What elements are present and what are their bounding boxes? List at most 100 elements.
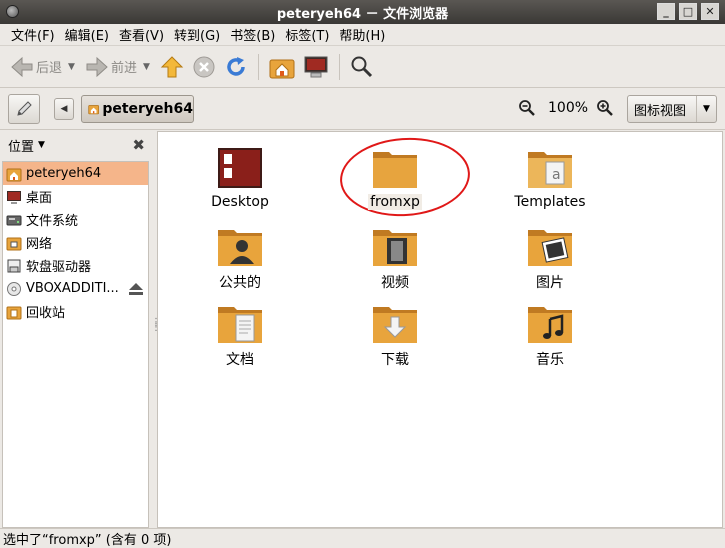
public-folder-icon (218, 230, 262, 266)
close-button[interactable]: ✕ (701, 3, 719, 20)
back-arrow-icon (11, 56, 33, 77)
file-item-label: 文档 (226, 352, 254, 368)
zoom-out-button[interactable] (518, 99, 536, 121)
downloads-folder-icon (373, 307, 417, 343)
back-button[interactable]: 后退 (6, 51, 66, 83)
search-icon (351, 56, 372, 77)
zoom-in-button[interactable] (596, 99, 614, 121)
stop-button[interactable] (188, 51, 220, 83)
desktop-folder-icon (218, 148, 262, 188)
file-item-label: fromxp (368, 194, 422, 210)
zoom-level[interactable]: 100% (548, 100, 588, 116)
sidebar-item-label: VBOXADDITI... (26, 281, 119, 296)
file-item-pictures[interactable]: 图片 (490, 224, 610, 292)
status-text: 选中了“fromxp” (含有 0 项) (3, 533, 172, 548)
file-item-videos[interactable]: 视频 (335, 224, 455, 292)
file-item-downloads[interactable]: 下载 (335, 301, 455, 369)
home-folder-icon (269, 59, 295, 78)
home-folder-icon (6, 168, 22, 181)
network-icon (6, 237, 22, 250)
places-list: peteryeh64 桌面 文件系统 网络 软盘驱动器 VBOXADDITI..… (2, 161, 149, 528)
svg-text:a: a (552, 167, 561, 183)
sidebar-item-cdrom[interactable]: VBOXADDITI... (3, 277, 148, 300)
reload-button[interactable] (220, 51, 252, 83)
chevron-down-icon: ▼ (696, 96, 716, 122)
minimize-button[interactable]: _ (657, 3, 675, 20)
toggle-location-entry-button[interactable] (8, 94, 40, 124)
menu-bookmarks[interactable]: 书签(B) (225, 25, 280, 44)
desktop-icon (7, 190, 21, 204)
toolbar-separator (257, 53, 259, 80)
view-mode-label: 图标视图 (634, 103, 687, 119)
music-folder-icon (528, 307, 572, 343)
pictures-folder-icon (528, 230, 572, 266)
file-item-label: Templates (514, 194, 586, 210)
sidebar-item-home[interactable]: peteryeh64 (3, 162, 148, 185)
title-bar: peteryeh64 － 文件浏览器 _ □ ✕ (0, 0, 725, 24)
file-item-label: 音乐 (536, 352, 564, 368)
file-item-fromxp[interactable]: fromxp (335, 146, 455, 210)
up-button[interactable] (156, 51, 188, 83)
sidebar-header-label: 位置 (8, 139, 35, 155)
file-item-documents[interactable]: 文档 (180, 301, 300, 369)
floppy-icon (7, 259, 21, 272)
sidebar: 位置 ▼ ✖ peteryeh64 桌面 文件系统 网络 软盘驱动器 VBOXA… (0, 131, 151, 528)
file-item-public[interactable]: 公共的 (180, 224, 300, 292)
sidebar-item-label: peteryeh64 (26, 166, 102, 181)
filesystem-icon (6, 215, 22, 225)
sidebar-item-filesystem[interactable]: 文件系统 (3, 208, 148, 231)
search-button[interactable] (346, 51, 378, 83)
forward-label: 前进 (110, 61, 137, 76)
file-item-label: 视频 (381, 275, 409, 291)
file-item-label: 图片 (536, 275, 564, 291)
eject-icon[interactable] (128, 282, 144, 296)
menu-file[interactable]: 文件(F) (6, 25, 60, 44)
status-bar: 选中了“fromxp” (含有 0 项) (0, 528, 725, 548)
file-icon-view[interactable]: Desktop fromxp a Templates 公共的 视频 图片 文档 … (157, 131, 723, 528)
zoom-in-icon (597, 100, 613, 116)
file-item-desktop[interactable]: Desktop (180, 146, 300, 210)
back-label: 后退 (36, 61, 63, 76)
sidebar-item-network[interactable]: 网络 (3, 231, 148, 254)
window-title: peteryeh64 － 文件浏览器 (276, 6, 449, 22)
path-scroll-left-button[interactable]: ◀ (54, 98, 74, 120)
sidebar-item-label: 回收站 (26, 306, 66, 321)
sidebar-item-trash[interactable]: 回收站 (3, 300, 148, 323)
menu-view[interactable]: 查看(V) (114, 25, 169, 44)
sidebar-item-label: 文件系统 (26, 214, 79, 229)
sidebar-item-desktop[interactable]: 桌面 (3, 185, 148, 208)
computer-icon (304, 56, 328, 77)
pencil-icon (17, 101, 32, 116)
menu-tabs[interactable]: 标签(T) (280, 25, 334, 44)
sidebar-type-selector[interactable]: 位置 ▼ (0, 131, 151, 159)
menu-bar: 文件(F) 编辑(E) 查看(V) 转到(G) 书签(B) 标签(T) 帮助(H… (0, 24, 725, 46)
menu-edit[interactable]: 编辑(E) (60, 25, 114, 44)
forward-history-dropdown[interactable]: ▼ (143, 62, 150, 72)
file-item-templates[interactable]: a Templates (490, 146, 610, 210)
sidebar-item-label: 软盘驱动器 (26, 260, 92, 275)
documents-folder-icon (218, 307, 262, 343)
close-sidebar-icon[interactable]: ✖ (132, 136, 145, 154)
home-button[interactable] (265, 51, 299, 83)
maximize-button[interactable]: □ (679, 3, 697, 20)
computer-button[interactable] (299, 51, 333, 83)
sidebar-item-floppy[interactable]: 软盘驱动器 (3, 254, 148, 277)
path-button-home[interactable]: peteryeh64 (81, 95, 194, 123)
menu-help[interactable]: 帮助(H) (334, 25, 390, 44)
view-mode-select[interactable]: 图标视图 ▼ (627, 95, 717, 123)
home-folder-icon (88, 105, 99, 115)
up-arrow-icon (160, 55, 184, 77)
zoom-out-icon (519, 100, 535, 116)
templates-folder-icon: a (528, 152, 572, 188)
chevron-down-icon: ▼ (38, 140, 45, 150)
forward-button[interactable]: 前进 (81, 51, 141, 83)
reload-icon (227, 56, 245, 76)
cdrom-icon (7, 281, 21, 296)
location-bar: ◀ peteryeh64 100% 图标视图 ▼ (0, 88, 725, 130)
menu-go[interactable]: 转到(G) (169, 25, 225, 44)
back-history-dropdown[interactable]: ▼ (68, 62, 75, 72)
window-menu-icon[interactable] (6, 5, 19, 18)
file-item-label: 下载 (381, 352, 409, 368)
folder-icon (373, 152, 417, 188)
file-item-music[interactable]: 音乐 (490, 301, 610, 369)
